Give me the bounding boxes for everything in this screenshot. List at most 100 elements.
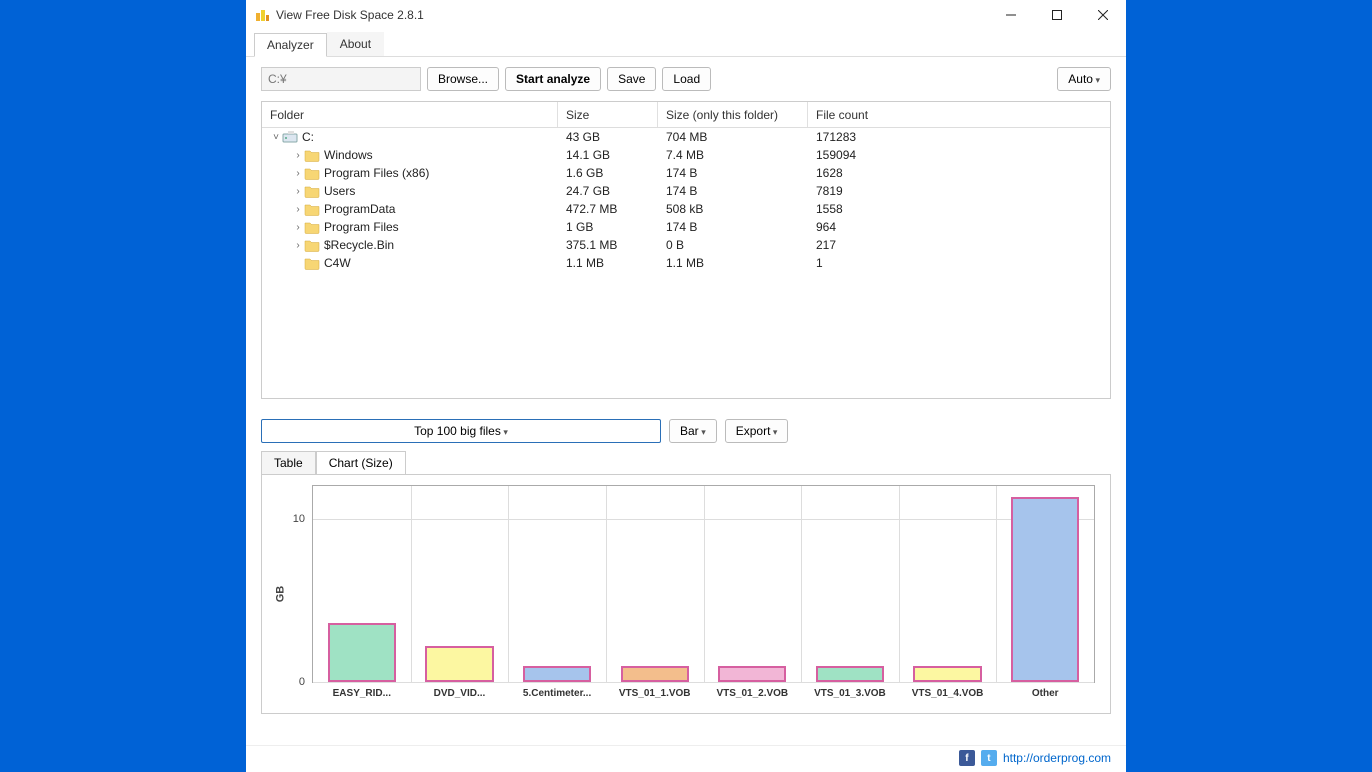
window-title: View Free Disk Space 2.8.1: [276, 8, 988, 22]
folder-name: Program Files (x86): [324, 166, 429, 180]
cell-size: 43 GB: [558, 130, 658, 144]
folder-icon: [304, 202, 320, 216]
chart-bar[interactable]: [425, 646, 493, 682]
folder-name: C:: [302, 130, 314, 144]
xlabel: VTS_01_1.VOB: [619, 682, 691, 699]
folder-name: C4W: [324, 256, 351, 270]
chart-bar[interactable]: [621, 666, 689, 682]
browse-button[interactable]: Browse...: [427, 67, 499, 91]
tree-row[interactable]: › Program Files (x86) 1.6 GB174 B1628: [262, 164, 1110, 182]
footer-link[interactable]: http://orderprog.com: [1003, 751, 1111, 765]
cell-size: 472.7 MB: [558, 202, 658, 216]
expander-icon[interactable]: ›: [292, 186, 304, 197]
folder-icon: [304, 148, 320, 162]
tree-row[interactable]: ›Windows14.1 GB7.4 MB159094: [262, 146, 1110, 164]
start-analyze-button[interactable]: Start analyze: [505, 67, 601, 91]
cell-count: 1628: [808, 166, 908, 180]
folder-icon: [304, 184, 320, 198]
facebook-icon[interactable]: f: [959, 750, 975, 766]
cell-size: 1.1 MB: [558, 256, 658, 270]
expander-icon[interactable]: ›: [292, 222, 304, 233]
folder-name: $Recycle.Bin: [324, 238, 394, 252]
tab-chart[interactable]: Chart (Size): [316, 451, 406, 474]
cell-size: 375.1 MB: [558, 238, 658, 252]
cell-count: 1: [808, 256, 908, 270]
folder-icon: [304, 220, 320, 234]
col-thissize[interactable]: Size (only this folder): [658, 102, 808, 127]
xlabel: Other: [1032, 682, 1059, 699]
expander-icon[interactable]: ›: [292, 168, 304, 179]
tree-row[interactable]: ›$Recycle.Bin375.1 MB0 B217: [262, 236, 1110, 254]
tab-analyzer[interactable]: Analyzer: [254, 33, 327, 57]
main-tabs: Analyzer About: [246, 32, 1126, 57]
minimize-button[interactable]: [988, 0, 1034, 30]
mid-toolbar: Top 100 big files Bar Export: [246, 399, 1126, 451]
expander-icon[interactable]: ›: [292, 240, 304, 251]
xlabel: VTS_01_4.VOB: [912, 682, 984, 699]
cell-thissize: 174 B: [658, 220, 808, 234]
close-button[interactable]: [1080, 0, 1126, 30]
chart-bar[interactable]: [913, 666, 981, 682]
col-count[interactable]: File count: [808, 102, 888, 127]
folder-name: Program Files: [324, 220, 399, 234]
tab-about[interactable]: About: [327, 32, 384, 56]
path-input[interactable]: [261, 67, 421, 91]
cell-thissize: 508 kB: [658, 202, 808, 216]
cell-count: 964: [808, 220, 908, 234]
folder-grid: Folder Size Size (only this folder) File…: [261, 101, 1111, 399]
lower-tabs: Table Chart (Size): [261, 451, 1111, 474]
drive-icon: [282, 130, 298, 144]
cell-count: 7819: [808, 184, 908, 198]
expander-icon[interactable]: ›: [292, 150, 304, 161]
chart-bar[interactable]: [816, 666, 884, 682]
folder-name: Windows: [324, 148, 373, 162]
twitter-icon[interactable]: t: [981, 750, 997, 766]
bar-dropdown[interactable]: Bar: [669, 419, 717, 443]
cell-size: 1.6 GB: [558, 166, 658, 180]
xlabel: EASY_RID...: [333, 682, 391, 699]
expander-icon[interactable]: ›: [292, 204, 304, 215]
cell-thissize: 1.1 MB: [658, 256, 808, 270]
tree-row[interactable]: ›ProgramData472.7 MB508 kB1558: [262, 200, 1110, 218]
tree-row[interactable]: ˅ C: 43 GB704 MB171283: [262, 128, 1110, 146]
export-dropdown[interactable]: Export: [725, 419, 789, 443]
top-files-dropdown[interactable]: Top 100 big files: [261, 419, 661, 443]
cell-count: 1558: [808, 202, 908, 216]
chart-ylabel: GB: [274, 586, 286, 603]
tab-table[interactable]: Table: [261, 451, 316, 474]
cell-thissize: 704 MB: [658, 130, 808, 144]
save-button[interactable]: Save: [607, 67, 656, 91]
auto-dropdown[interactable]: Auto: [1057, 67, 1111, 91]
chart-bar[interactable]: [1011, 497, 1079, 682]
expander-icon[interactable]: ˅: [270, 132, 282, 143]
xlabel: DVD_VID...: [434, 682, 486, 699]
col-folder[interactable]: Folder: [262, 102, 558, 127]
tree-row[interactable]: C4W1.1 MB1.1 MB1: [262, 254, 1110, 272]
chart-pane: GB 010EASY_RID...DVD_VID...5.Centimeter.…: [261, 474, 1111, 714]
titlebar: View Free Disk Space 2.8.1: [246, 0, 1126, 30]
col-size[interactable]: Size: [558, 102, 658, 127]
tree-row[interactable]: ›Users24.7 GB174 B7819: [262, 182, 1110, 200]
load-button[interactable]: Load: [662, 67, 711, 91]
cell-thissize: 174 B: [658, 184, 808, 198]
cell-count: 171283: [808, 130, 908, 144]
folder-icon: [304, 256, 320, 270]
cell-thissize: 174 B: [658, 166, 808, 180]
app-icon: [254, 7, 270, 23]
cell-size: 24.7 GB: [558, 184, 658, 198]
chart-bar[interactable]: [523, 666, 591, 682]
cell-thissize: 0 B: [658, 238, 808, 252]
ytick: 0: [299, 676, 313, 688]
app-window: View Free Disk Space 2.8.1 Analyzer Abou…: [246, 0, 1126, 772]
cell-size: 14.1 GB: [558, 148, 658, 162]
cell-count: 159094: [808, 148, 908, 162]
toolbar: Browse... Start analyze Save Load Auto: [246, 57, 1126, 101]
xlabel: 5.Centimeter...: [523, 682, 591, 699]
chart-bar[interactable]: [718, 666, 786, 682]
folder-icon: [304, 166, 320, 180]
xlabel: VTS_01_3.VOB: [814, 682, 886, 699]
chart-bar[interactable]: [328, 623, 396, 682]
tree-row[interactable]: ›Program Files1 GB174 B964: [262, 218, 1110, 236]
maximize-button[interactable]: [1034, 0, 1080, 30]
folder-icon: [304, 238, 320, 252]
